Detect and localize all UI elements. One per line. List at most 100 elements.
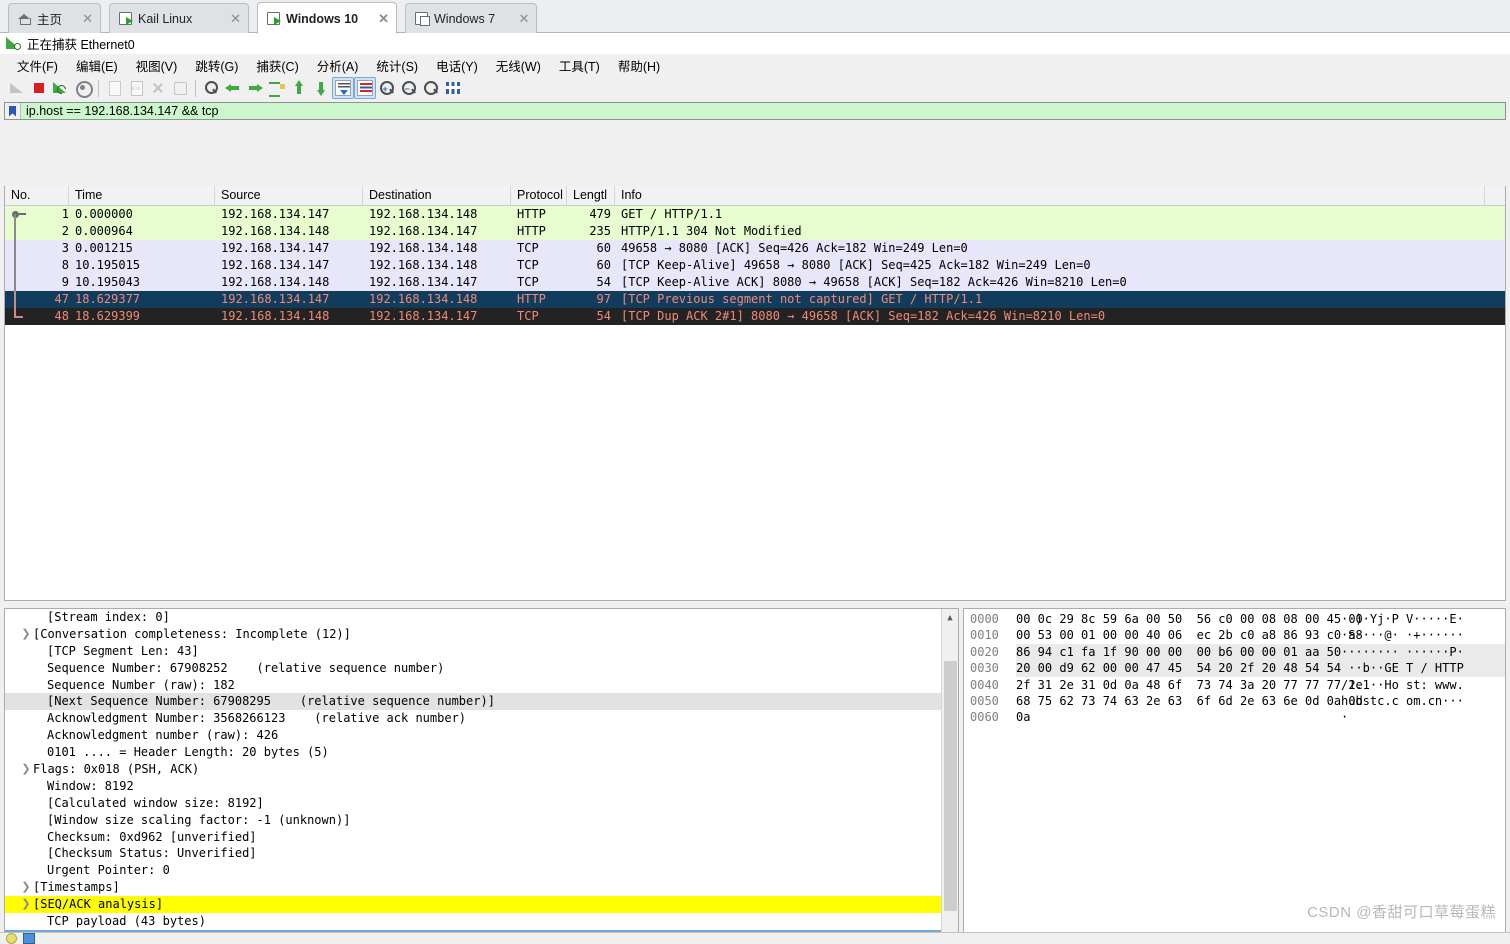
packet-protocol: TCP [517,241,539,255]
go-to-first-packet-icon[interactable] [288,77,310,99]
hex-dump-row[interactable]: 0020 86 94 c1 fa 1f 90 00 00 00 b6 00 00 … [964,643,1505,661]
packet-list-header[interactable]: No. Time Source Destination Protocol Lengtl In… [5,186,1505,206]
packet-length: 54 [596,309,611,323]
go-forward-icon[interactable] [244,77,266,99]
stop-capture-icon[interactable] [28,77,50,99]
zoom-in-icon[interactable]: + [376,77,398,99]
packet-row[interactable]: 2 0.000964 192.168.134.148 192.168.134.147… [5,223,1505,240]
scroll-up-icon[interactable]: ▲ [942,609,958,626]
detail-tree-row[interactable]: ❯ Flags: 0x018 (PSH, ACK) [5,761,941,778]
bookmark-icon[interactable] [5,103,21,119]
expand-chevron-icon[interactable]: ❯ [19,896,33,913]
packet-row[interactable]: 48 18.629399 192.168.134.148 192.168.134.1… [5,308,1505,325]
go-back-icon[interactable] [222,77,244,99]
detail-tree-row[interactable]: ❯ [SEQ/ACK analysis] [5,896,941,914]
detail-tree-row[interactable]: Sequence Number: 67908252 (relative sequ… [5,660,941,677]
packet-column-header-6[interactable]: Lengtl [567,186,615,205]
packet-list-body[interactable]: 1 0.000000 192.168.134.147 192.168.134.148… [5,206,1505,325]
detail-tree-row[interactable]: [Next Sequence Number: 67908295 (relativ… [5,693,941,711]
go-to-packet-icon[interactable] [266,77,288,99]
expand-chevron-icon[interactable]: ❯ [19,879,33,896]
packet-list[interactable]: No. Time Source Destination Protocol Lengtl In… [4,186,1506,601]
capture-title-text: 正在捕获 Ethernet0 [27,38,135,52]
detail-tree-row[interactable]: Checksum: 0xd962 [unverified] [5,829,941,846]
detail-tree-row[interactable]: TCP payload (43 bytes) [5,913,941,930]
packet-row[interactable]: 9 10.195043 192.168.134.148 192.168.134.14… [5,274,1505,291]
detail-tree-label: Flags: 0x018 (PSH, ACK) [33,762,200,777]
detail-tree-row[interactable]: ❯ [Conversation completeness: Incomplete … [5,626,941,643]
packet-column-header-5[interactable]: Protocol [511,186,567,205]
vm-tab-close-icon[interactable]: ✕ [230,12,241,25]
packet-bytes-pane[interactable]: 0000 00 0c 29 8c 59 6a 00 50 56 c0 00 08 … [963,608,1506,944]
menu-item-6[interactable]: 分析(A) [308,54,368,77]
detail-tree-row[interactable]: ❯ [Timestamps] [5,879,941,896]
packet-column-header-4[interactable]: Destination [363,186,511,205]
packet-row[interactable]: 8 10.195015 192.168.134.147 192.168.134.14… [5,257,1505,274]
packet-row[interactable]: 1 0.000000 192.168.134.147 192.168.134.148… [5,206,1505,224]
detail-tree-row[interactable]: [Stream index: 0] [5,609,941,626]
packet-related-margin [5,274,27,291]
hex-dump-row[interactable]: 0030 20 00 d9 62 00 00 47 45 54 20 2f 20 … [964,660,1505,677]
menu-item-11[interactable]: 帮助(H) [609,54,669,77]
detail-tree-row[interactable]: [Calculated window size: 8192] [5,795,941,812]
hex-dump-row[interactable]: 0060 0a · [964,709,1505,725]
packet-column-header-7[interactable]: Info [615,186,1485,205]
go-to-last-packet-icon[interactable] [310,77,332,99]
detail-tree-row[interactable]: 0101 .... = Header Length: 20 bytes (5) [5,744,941,761]
menu-item-10[interactable]: 工具(T) [550,54,609,77]
expand-chevron-icon[interactable]: ❯ [19,761,33,778]
details-scroll-thumb[interactable] [944,661,957,911]
vm-tab-3[interactable]: Windows 10 ✕ [257,2,397,34]
detail-tree-label: Acknowledgment number (raw): 426 [47,728,279,743]
detail-tree-row[interactable]: Urgent Pointer: 0 [5,862,941,879]
detail-tree-row[interactable]: Window: 8192 [5,778,941,795]
zoom-reset-icon[interactable] [420,77,442,99]
vm-tab-close-icon[interactable]: ✕ [518,12,529,25]
hex-dump-row[interactable]: 0040 2f 31 2e 31 0d 0a 48 6f 73 74 3a 20 … [964,677,1505,693]
hex-ascii: ··b··GE T / HTTP [1341,660,1505,677]
menu-item-5[interactable]: 捕获(C) [247,54,307,77]
capture-options-icon[interactable] [72,77,94,99]
detail-tree-row[interactable]: Sequence Number (raw): 182 [5,677,941,694]
packet-column-header-3[interactable]: Source [215,186,363,205]
vm-tab-close-icon[interactable]: ✕ [82,12,93,25]
packet-column-header-1[interactable]: No. [5,186,69,205]
detail-tree-row[interactable]: [Checksum Status: Unverified] [5,845,941,862]
packet-row[interactable]: 3 0.001215 192.168.134.147 192.168.134.148… [5,240,1505,257]
vm-tab-close-icon[interactable]: ✕ [378,12,389,25]
capture-file-icon[interactable] [23,933,35,944]
hex-dump-row[interactable]: 0050 68 75 62 73 74 63 2e 63 6f 6d 2e 63 … [964,693,1505,709]
menu-item-2[interactable]: 编辑(E) [67,54,127,77]
resize-columns-icon[interactable] [442,77,464,99]
expand-chevron-icon[interactable]: ❯ [19,626,33,643]
colorize-packets-icon[interactable] [354,77,376,99]
detail-tree-row[interactable]: Acknowledgment Number: 3568266123 (relat… [5,710,941,727]
detail-tree-row[interactable]: [Window size scaling factor: -1 (unknown… [5,812,941,829]
menu-item-9[interactable]: 无线(W) [487,54,550,77]
expert-info-icon[interactable] [6,933,17,944]
find-packet-icon[interactable] [200,77,222,99]
zoom-out-icon[interactable]: − [398,77,420,99]
hex-dump-body[interactable]: 0000 00 0c 29 8c 59 6a 00 50 56 c0 00 08 … [964,609,1505,726]
details-vertical-scrollbar[interactable]: ▲ ▼ [941,609,958,944]
hex-dump-row[interactable]: 0000 00 0c 29 8c 59 6a 00 50 56 c0 00 08 … [964,611,1505,627]
packet-column-header-2[interactable]: Time [69,186,215,205]
menu-item-4[interactable]: 跳转(G) [186,54,247,77]
auto-scroll-icon[interactable] [332,77,354,99]
vm-tab-1[interactable]: 主页 ✕ [8,3,101,33]
packet-row[interactable]: 47 18.629377 192.168.134.147 192.168.134.1… [5,291,1505,308]
display-filter-bar[interactable]: ip.host == 192.168.134.147 && tcp [4,102,1506,120]
packet-details-pane[interactable]: [Stream index: 0] ❯ [Conversation complete… [4,608,959,944]
vm-tab-2[interactable]: Kail Linux ✕ [109,3,249,33]
detail-tree-row[interactable]: Acknowledgment number (raw): 426 [5,727,941,744]
menu-item-3[interactable]: 视图(V) [127,54,187,77]
menu-item-1[interactable]: 文件(F) [8,54,67,77]
restart-capture-icon[interactable] [50,77,72,99]
menu-item-7[interactable]: 统计(S) [367,54,427,77]
hex-dump-row[interactable]: 0010 00 53 00 01 00 00 40 06 ec 2b c0 a8 … [964,627,1505,643]
display-filter-input[interactable]: ip.host == 192.168.134.147 && tcp [21,103,1505,119]
packet-details-tree[interactable]: [Stream index: 0] ❯ [Conversation complete… [5,609,941,944]
detail-tree-row[interactable]: [TCP Segment Len: 43] [5,643,941,660]
vm-tab-4[interactable]: Windows 7 ✕ [405,3,538,33]
menu-item-8[interactable]: 电话(Y) [427,54,487,77]
